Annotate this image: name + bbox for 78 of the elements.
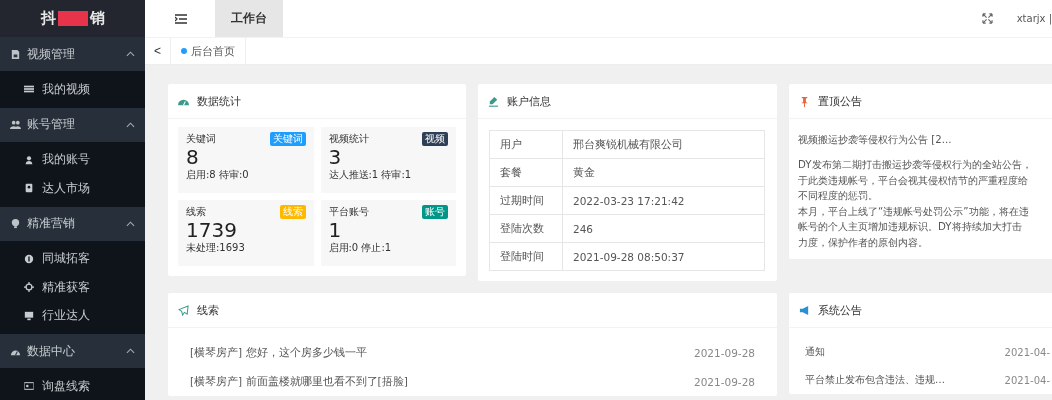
lead-date: 2021-09-28 bbox=[693, 375, 755, 388]
info-circle-icon bbox=[24, 253, 34, 264]
card-title: 数据统计 bbox=[197, 93, 241, 109]
table-cell: 登陆次数 bbox=[489, 214, 563, 243]
lead-text[interactable]: [横琴房产] 前面盖楼就哪里也看不到了[捂脸] bbox=[190, 374, 408, 389]
nav-tab[interactable]: 工作台 bbox=[215, 0, 283, 37]
caret-icon bbox=[126, 121, 135, 128]
page-tab[interactable]: 后台首页 bbox=[171, 38, 246, 64]
stat-detail: 启用:0 停止:1 bbox=[328, 241, 393, 255]
table-cell: 2022-03-23 17:21:42 bbox=[562, 186, 765, 215]
menu-item[interactable]: 同城拓客 bbox=[0, 244, 145, 273]
menu-group[interactable]: 账号管理 bbox=[0, 107, 145, 142]
card-title: 线索 bbox=[197, 302, 219, 318]
notice-link[interactable]: 平台禁止发布包含违法、违规… bbox=[805, 373, 945, 387]
card-title: 系统公告 bbox=[818, 302, 862, 318]
stat-detail: 启用:8 待审:0 bbox=[186, 168, 250, 182]
logo-text: 销 bbox=[89, 9, 105, 28]
stat-label: 视频统计 bbox=[328, 132, 369, 146]
menu-item[interactable]: 我的视频 bbox=[0, 75, 145, 104]
menu-group[interactable]: 精准营销 bbox=[0, 206, 145, 241]
stat-label: 平台账号 bbox=[328, 205, 369, 219]
table-cell: 246 bbox=[562, 214, 765, 243]
stat-value: 3 bbox=[328, 146, 343, 168]
user-name[interactable]: xtarjx | bbox=[1016, 13, 1052, 24]
id-badge-icon bbox=[24, 183, 34, 194]
logo-text: 抖 bbox=[40, 9, 56, 28]
menu-item[interactable]: 达人市场 bbox=[0, 174, 145, 203]
pin-icon bbox=[799, 95, 810, 107]
document-icon bbox=[10, 48, 21, 60]
table-cell: 用户 bbox=[489, 130, 563, 159]
table-cell: 2021-09-28 08:50:37 bbox=[562, 242, 765, 271]
stat-label: 线索 bbox=[186, 205, 206, 219]
users-icon bbox=[10, 119, 21, 130]
caret-icon bbox=[126, 51, 135, 57]
fullscreen-icon[interactable] bbox=[981, 13, 993, 24]
redaction-block bbox=[57, 11, 88, 26]
caret-icon bbox=[126, 220, 135, 227]
tag: 关键词 bbox=[269, 132, 306, 146]
paper-plane-icon bbox=[178, 304, 189, 316]
id-card-icon bbox=[24, 381, 34, 392]
card-title: 置顶公告 bbox=[818, 93, 862, 109]
stat-value: 1 bbox=[328, 219, 343, 241]
stat-value: 8 bbox=[186, 146, 200, 168]
stat-detail: 达人推送:1 待审:1 bbox=[328, 168, 413, 182]
pen-icon bbox=[488, 95, 499, 107]
crosshair-icon bbox=[24, 282, 34, 293]
table-cell: 邢台爽锐机械有限公司 bbox=[562, 130, 765, 159]
menu-item[interactable]: 行业达人 bbox=[0, 301, 145, 330]
menu-item[interactable]: 询盘线索 bbox=[0, 372, 145, 400]
notice-text: DY发布第二期打击搬运抄袭等侵权行为的全站公告， 于此类违规帐号，平台会视其侵权情节的严重程度给 不同程度的惩罚。 本月，平台上线了“违规帐号处罚公示”功能，将在违 帐号的个人主页增加违规标识。DY将持续加大打击 力度，保护作者的原创内容。 bbox=[798, 158, 1033, 250]
bulb-icon bbox=[10, 218, 21, 229]
table-cell: 过期时间 bbox=[489, 186, 563, 215]
table-cell: 登陆时间 bbox=[489, 242, 563, 271]
tag: 线索 bbox=[279, 205, 306, 219]
table-cell: 套餐 bbox=[489, 158, 563, 187]
list-icon bbox=[24, 84, 34, 95]
notice-date: 2021-04- bbox=[1004, 346, 1050, 358]
monitor-icon bbox=[24, 310, 34, 321]
notice-link[interactable]: 通知 bbox=[805, 345, 825, 359]
table-cell: 黄金 bbox=[562, 158, 765, 187]
menu-item[interactable]: 我的账号 bbox=[0, 145, 145, 174]
user-icon bbox=[24, 154, 34, 165]
menu-group[interactable]: 视频管理 bbox=[0, 37, 145, 71]
menu-group[interactable]: 数据中心 bbox=[0, 334, 145, 368]
stat-detail: 未处理:1693 bbox=[186, 241, 246, 255]
lead-text[interactable]: [横琴房产] 您好，这个房多少钱一平 bbox=[190, 345, 367, 360]
menu-item[interactable]: 精准获客 bbox=[0, 273, 145, 302]
tag: 账号 bbox=[422, 205, 448, 219]
menu-icon[interactable] bbox=[175, 13, 187, 24]
notice-link[interactable]: 视频搬运抄袭等侵权行为公告 [2... bbox=[798, 133, 1052, 147]
card-title: 账户信息 bbox=[507, 93, 551, 109]
caret-icon bbox=[126, 348, 135, 354]
lead-date: 2021-09-28 bbox=[693, 346, 755, 359]
stat-label: 关键词 bbox=[186, 132, 216, 146]
stat-value: 1739 bbox=[186, 219, 238, 241]
tag: 视频 bbox=[422, 132, 448, 146]
megaphone-icon bbox=[799, 304, 810, 316]
notice-date: 2021-04- bbox=[1004, 374, 1050, 386]
